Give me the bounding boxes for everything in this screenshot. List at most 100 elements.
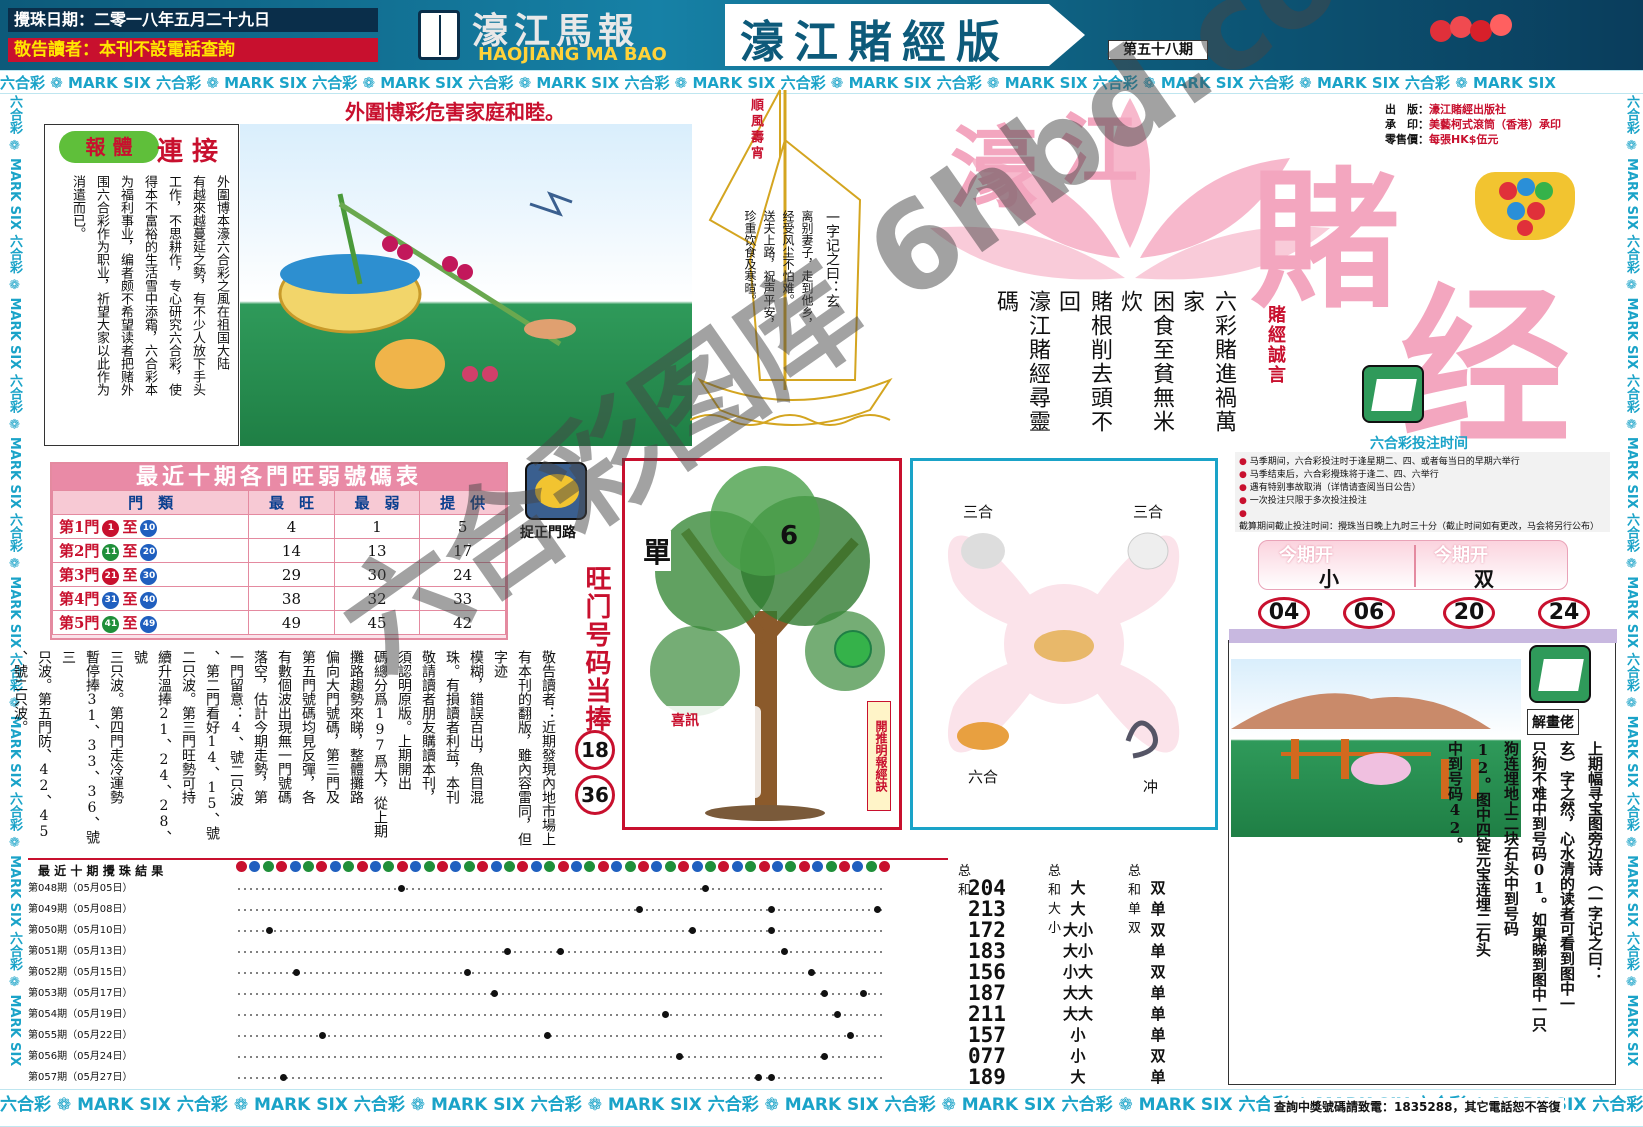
number-header-chip bbox=[624, 861, 636, 872]
rule-text: 遇有特别事故取消（详情请查阅当日公告） bbox=[1249, 483, 1421, 493]
capture-label: 捉正門路 bbox=[520, 525, 576, 541]
draw-hit-dot bbox=[292, 969, 300, 976]
draw-sum: 172 bbox=[968, 918, 1006, 942]
capture-icon bbox=[525, 462, 587, 520]
rule-bullet-icon: ● bbox=[1239, 470, 1250, 480]
draw-hit-dot bbox=[834, 1011, 841, 1018]
clover-top-right: 三合 bbox=[1133, 503, 1164, 521]
rank-value: 4 bbox=[248, 514, 335, 539]
draw-hit-dot bbox=[543, 1032, 551, 1039]
decor-balls bbox=[1430, 12, 1550, 42]
rule-item: ● 马季期间，六合彩投注时于逢星期二、四、或者每当日的早期六举行 bbox=[1239, 456, 1606, 469]
draw-hit-dot bbox=[754, 1074, 762, 1081]
ball-to: 49 bbox=[140, 615, 158, 633]
draw-hit-dot bbox=[398, 885, 406, 892]
draw-hit-dot bbox=[702, 885, 709, 892]
band-text: 六合彩 ❁ MARK SIX 六合彩 ❁ MARK SIX 六合彩 ❁ MARK… bbox=[7, 95, 22, 1067]
draw-odd-even: 单 bbox=[1150, 1068, 1166, 1086]
draw-sum: 213 bbox=[968, 897, 1006, 921]
article-column: 外圍博本濠六合彩之風在祖国大陆 bbox=[214, 175, 229, 370]
draw-dotline bbox=[236, 1077, 886, 1079]
draw-sum: 204 bbox=[968, 876, 1006, 900]
publisher-key: 承 印： bbox=[1385, 118, 1429, 131]
draw-big-small: 大大 bbox=[1062, 984, 1093, 1002]
sail-text: 順風壽宵 bbox=[748, 98, 763, 162]
boat-verse-line: 经受风尘不怕难。 bbox=[781, 210, 795, 306]
draw-hit-dot bbox=[860, 990, 868, 997]
article-title: 連 接 bbox=[157, 137, 219, 167]
draw-hit-dot bbox=[820, 1053, 828, 1060]
draw-label: 第051期（05月13日） bbox=[28, 946, 133, 957]
draw-odd-even: 双 bbox=[1150, 921, 1166, 939]
number-header-chip bbox=[691, 861, 703, 872]
draw-sum: 156 bbox=[968, 960, 1006, 984]
number-header-chip bbox=[678, 861, 690, 872]
recent-draws: 最 近 十 期 攪 珠 結 果 总和 总和大小 总和单双 第048期（05月05… bbox=[28, 856, 1166, 1088]
brand-band-right: 六合彩 ❁ MARK SIX 六合彩 ❁ MARK SIX 六合彩 ❁ MARK… bbox=[1619, 95, 1641, 1085]
analysis-line: 暫停捧31、33、36、號三 bbox=[60, 650, 100, 844]
number-header-chip bbox=[785, 861, 797, 872]
number-header-chip bbox=[463, 861, 475, 872]
tree-side-label: 開推明報經訣 bbox=[867, 701, 891, 811]
draw-hit-dot bbox=[490, 990, 498, 997]
number-header-chip bbox=[249, 861, 261, 872]
draw-row: 第057期（05月27日） 189 大 单 bbox=[28, 1065, 1166, 1089]
analysis-line: 二只波。第三門旺勢可持 bbox=[180, 650, 196, 804]
boat-verse: 一字记之曰：玄 离别妻子，走到他乡， 经受风尘不怕难。 送夫上路，祝声平安， 珍重饮食及… bbox=[740, 210, 841, 400]
ball-from: 31 bbox=[102, 591, 120, 609]
gate-name: 第1門 bbox=[59, 518, 100, 536]
draw-big-small: 大 bbox=[1070, 879, 1086, 897]
draw-sum: 183 bbox=[968, 939, 1006, 963]
couplet-line: 困食至貧無米炊 bbox=[1117, 290, 1174, 434]
tree-pot-card: 喜訊 bbox=[651, 706, 761, 798]
draw-odd-even: 单 bbox=[1150, 984, 1166, 1002]
rank-gate-cell: 第3門 21 至 30 bbox=[51, 562, 250, 587]
boat-verse-line: 一字记之曰：玄 bbox=[824, 210, 840, 308]
ball-to: 20 bbox=[140, 543, 158, 561]
rank-header: 提 供 bbox=[419, 490, 506, 515]
hot-number-2: 36 bbox=[575, 775, 615, 815]
number-header-chip bbox=[356, 861, 368, 872]
number-header-chip bbox=[879, 861, 891, 872]
draw-dotline bbox=[236, 930, 886, 932]
draw-hit-dot bbox=[279, 1074, 287, 1081]
draw-hit-dot bbox=[636, 906, 643, 913]
rule-bullet-icon: ● bbox=[1239, 457, 1250, 467]
masthead: 攪珠日期：二零一八年五月二十九日 敬告讀者：本刊不設電話查詢 濠江馬報 HAOJ… bbox=[0, 0, 1643, 70]
number-header-chip bbox=[262, 861, 274, 872]
draw-row: 第051期（05月13日） 183 大小 单 bbox=[28, 939, 1166, 963]
number-header-chip bbox=[316, 861, 328, 872]
draw-hit-dot bbox=[768, 906, 775, 913]
number-header-chip bbox=[490, 861, 502, 872]
rank-value: 38 bbox=[248, 586, 335, 611]
puzzle-panel: 解畫佬 上期幅寻宝图旁边诗（一字记之曰： 玄）字之然，心水清的读者可看到图中一 只狗… bbox=[1228, 629, 1617, 1085]
rank-table-box: 最近十期各門旺弱號碼表 門 類最 旺最 弱提 供 第1門 1 至 10 4 1 5 第2門 11… bbox=[50, 462, 508, 640]
publisher-row: 零售價：每張HK$伍元 bbox=[1385, 132, 1615, 147]
draw-hit-dot bbox=[464, 969, 472, 976]
number-header-chip bbox=[437, 861, 448, 872]
draw-big-small: 小大 bbox=[1062, 963, 1093, 981]
number-header-chip bbox=[383, 861, 395, 872]
analysis-line: 三只波。第四門走冷運勢 bbox=[108, 650, 124, 804]
draw-label: 第057期（05月27日） bbox=[28, 1072, 133, 1083]
paper-name-en: HAOJIANG MA BAO bbox=[478, 44, 667, 65]
draw-sum: 077 bbox=[968, 1044, 1006, 1068]
number-header-chip bbox=[544, 861, 556, 872]
couplet-line: 濠江賭經尋靈碼 bbox=[993, 290, 1050, 434]
analysis-line: 、號二只波。 bbox=[12, 650, 28, 734]
draw-row: 第054期（05月19日） 211 大大 单 bbox=[28, 1004, 1166, 1025]
number-header-chip bbox=[517, 861, 529, 872]
draw-hit-dot bbox=[556, 948, 564, 955]
boat-verse-line: 珍重饮食及寒暄。 bbox=[743, 210, 757, 306]
number-header-chip bbox=[839, 861, 850, 872]
rank-gate-cell: 第5門 41 至 49 bbox=[51, 610, 250, 635]
number-header bbox=[236, 860, 891, 876]
draw-sum: 187 bbox=[968, 981, 1006, 1005]
analysis-line: 碼總分爲197爲大，從上期 bbox=[372, 650, 388, 838]
draw-row: 第055期（05月22日） 157 小 单 bbox=[28, 1025, 1166, 1046]
publisher-info: 出 版：濠江賭經出版社承 印：美藝柯式滾筒（香港）承印 零售價：每張HK$伍元 bbox=[1385, 102, 1615, 147]
draw-sum: 189 bbox=[968, 1065, 1006, 1089]
draw-hit-dot bbox=[504, 948, 511, 955]
number-header-chip bbox=[611, 861, 623, 872]
sailboat-poem: 順風壽宵 一字记之曰：玄 离别妻子，走到他乡， 经受风尘不怕难。 送夫上路，祝声平安，… bbox=[690, 80, 925, 435]
